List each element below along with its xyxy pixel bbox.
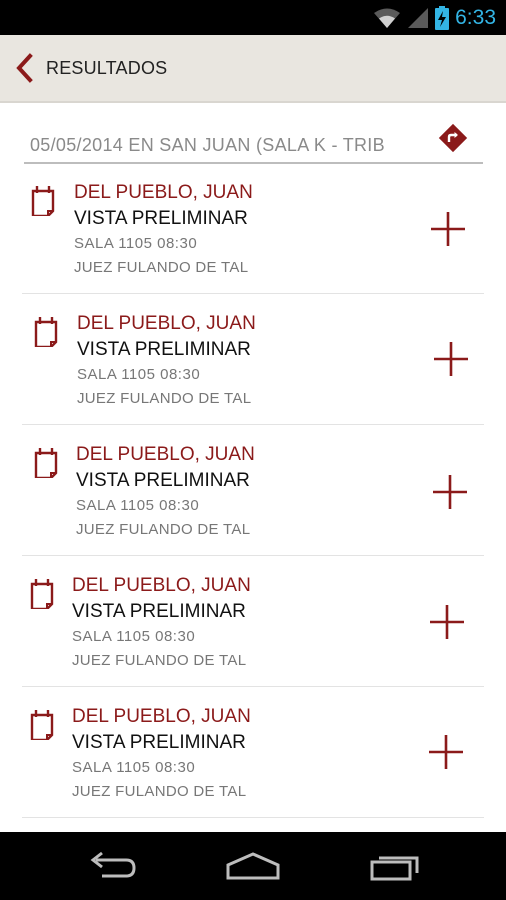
result-judge: JUEZ FULANDO DE TAL	[76, 521, 251, 538]
add-button[interactable]	[426, 732, 466, 772]
list-item[interactable]: DEL PUEBLO, JUAN VISTA PRELIMINAR SALA 1…	[22, 294, 484, 425]
back-button[interactable]	[10, 51, 38, 85]
list-item[interactable]: DEL PUEBLO, JUAN VISTA PRELIMINAR SALA 1…	[22, 425, 484, 556]
result-detail: SALA 1105 08:30	[74, 235, 198, 252]
result-detail: SALA 1105 08:30	[76, 497, 200, 514]
plus-icon	[429, 735, 463, 769]
result-judge: JUEZ FULANDO DE TAL	[77, 390, 252, 407]
calendar-icon	[30, 579, 54, 609]
result-detail: SALA 1105 08:30	[72, 628, 196, 645]
add-button[interactable]	[428, 209, 468, 249]
result-type: VISTA PRELIMINAR	[72, 732, 246, 753]
result-type: VISTA PRELIMINAR	[76, 470, 250, 491]
add-button[interactable]	[430, 472, 470, 512]
calendar-icon	[34, 317, 58, 347]
result-judge: JUEZ FULANDO DE TAL	[72, 783, 247, 800]
add-button[interactable]	[431, 339, 471, 379]
status-bar: 6:33	[0, 0, 506, 35]
list-item[interactable]: DEL PUEBLO, JUAN VISTA PRELIMINAR SALA 1…	[22, 687, 484, 818]
results-summary: 05/05/2014 EN SAN JUAN (SALA K - TRIB	[30, 135, 385, 155]
wifi-icon	[374, 8, 401, 28]
results-list: DEL PUEBLO, JUAN VISTA PRELIMINAR SALA 1…	[22, 163, 484, 818]
navigation-bar	[0, 832, 506, 900]
result-name: DEL PUEBLO, JUAN	[76, 444, 255, 465]
result-type: VISTA PRELIMINAR	[77, 339, 251, 360]
back-icon	[90, 851, 136, 878]
list-item[interactable]: DEL PUEBLO, JUAN VISTA PRELIMINAR SALA 1…	[22, 556, 484, 687]
result-type: VISTA PRELIMINAR	[74, 208, 248, 229]
calendar-icon	[34, 448, 58, 478]
status-time: 6:33	[455, 6, 496, 29]
result-name: DEL PUEBLO, JUAN	[77, 313, 256, 334]
result-name: DEL PUEBLO, JUAN	[74, 182, 253, 203]
result-name: DEL PUEBLO, JUAN	[72, 575, 251, 596]
home-icon	[226, 852, 280, 880]
plus-icon	[431, 212, 465, 246]
battery-charging-icon	[435, 6, 450, 30]
plus-icon	[434, 342, 468, 376]
directions-icon	[438, 123, 468, 153]
calendar-icon	[31, 186, 55, 216]
directions-button[interactable]	[438, 123, 468, 153]
plus-icon	[430, 605, 464, 639]
nav-home-button[interactable]	[224, 850, 282, 882]
result-detail: SALA 1105 08:30	[77, 366, 201, 383]
add-button[interactable]	[427, 602, 467, 642]
result-detail: SALA 1105 08:30	[72, 759, 196, 776]
result-judge: JUEZ FULANDO DE TAL	[74, 259, 249, 276]
list-item[interactable]: DEL PUEBLO, JUAN VISTA PRELIMINAR SALA 1…	[22, 163, 484, 294]
signal-icon	[408, 8, 429, 28]
result-name: DEL PUEBLO, JUAN	[72, 706, 251, 727]
action-bar: RESULTADOS	[0, 35, 506, 103]
calendar-icon	[30, 710, 54, 740]
page-title: RESULTADOS	[46, 58, 168, 78]
plus-icon	[433, 475, 467, 509]
recents-icon	[370, 856, 419, 881]
nav-recents-button[interactable]	[368, 850, 422, 882]
results-header: 05/05/2014 EN SAN JUAN (SALA K - TRIB	[24, 120, 483, 164]
result-judge: JUEZ FULANDO DE TAL	[72, 652, 247, 669]
result-type: VISTA PRELIMINAR	[72, 601, 246, 622]
nav-back-button[interactable]	[86, 850, 140, 882]
chevron-left-icon	[16, 53, 33, 83]
